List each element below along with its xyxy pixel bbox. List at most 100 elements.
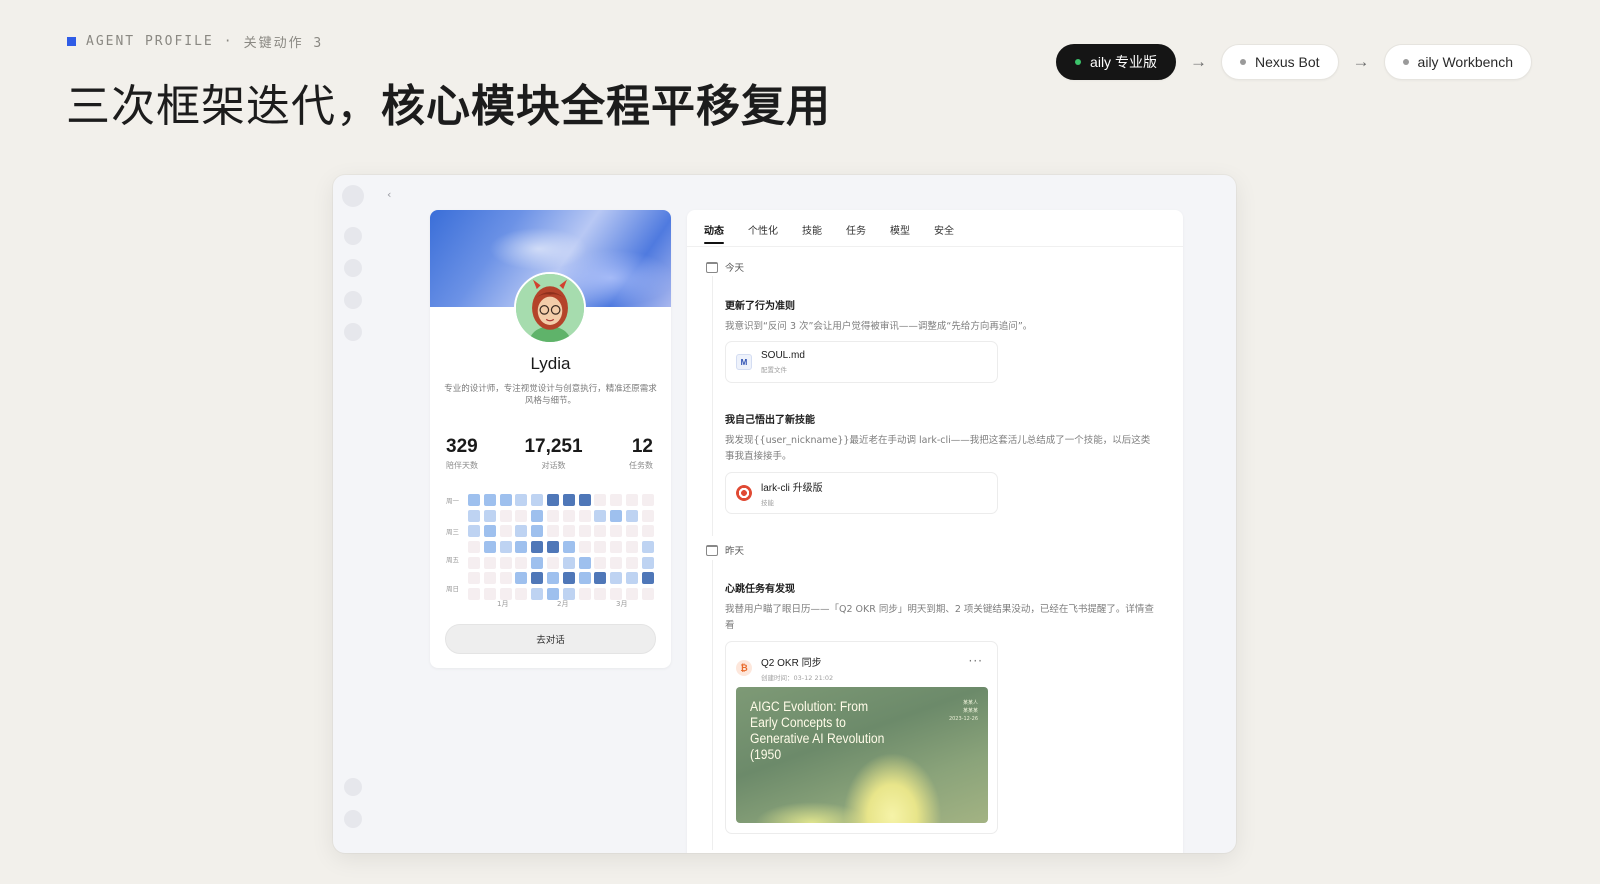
- heatmap-cell: [594, 541, 607, 554]
- arrow-right-icon: →: [1352, 52, 1370, 71]
- heatmap-cell: [625, 509, 638, 522]
- slide-meta: 某某人 某某某 2023-12-26: [949, 699, 978, 723]
- heatmap-cell: [531, 525, 544, 538]
- tab-security[interactable]: 安全: [934, 222, 954, 244]
- stat-label: 对话数: [541, 461, 566, 470]
- start-chat-button[interactable]: 去对话: [445, 624, 656, 654]
- heatmap-month-label: 1月: [497, 600, 509, 608]
- title-bold: 核心模块全程平移复用: [381, 81, 831, 132]
- tab-tasks[interactable]: 任务: [846, 222, 866, 244]
- heatmap-cell: [468, 572, 480, 585]
- entry-title: 我自己悟出了新技能: [725, 415, 815, 426]
- pipeline-step-label: aily 专业版: [1090, 54, 1157, 70]
- avatar-illustration-icon: [516, 274, 584, 342]
- heatmap-cell: [641, 494, 654, 506]
- heatmap-cell: [562, 525, 575, 538]
- entry-text: 我替用户瞄了眼日历——「Q2 OKR 同步」明天到期、2 项关键结果没动，已经在…: [725, 604, 1154, 631]
- heatmap-cell: [468, 588, 480, 601]
- rail-nav-icon[interactable]: [344, 291, 362, 309]
- timeline-line: [712, 560, 713, 850]
- heatmap-cell: [546, 525, 559, 538]
- avatar: [514, 272, 586, 344]
- rail-settings-icon[interactable]: [344, 810, 362, 828]
- heatmap-cell: [625, 588, 638, 601]
- heatmap-cell: [641, 509, 654, 522]
- heatmap-month-label: 2月: [557, 600, 569, 608]
- heatmap-cell: [610, 509, 623, 522]
- app-window: ‹ Lydia 专业的设计师，专注视觉设计与创意执行，精准还原需求风格与细节。 …: [333, 175, 1236, 853]
- task-created-time: 创建时间：03-12 21:02: [761, 674, 834, 682]
- pipeline-step-aily-workbench[interactable]: aily Workbench: [1383, 44, 1532, 80]
- heatmap-cell: [515, 556, 528, 569]
- file-subtitle: 配置文件: [761, 366, 787, 374]
- stat-label: 任务数: [629, 461, 653, 470]
- more-options-icon[interactable]: ···: [969, 654, 983, 668]
- heatmap-cell: [546, 572, 559, 585]
- task-name: Q2 OKR 同步: [761, 658, 822, 669]
- profile-card: Lydia 专业的设计师，专注视觉设计与创意执行，精准还原需求风格与细节。 32…: [430, 210, 671, 668]
- heatmap-day-label: 周三: [446, 528, 459, 536]
- heatmap-cell: [483, 541, 496, 554]
- task-card-okr[interactable]: ₿ Q2 OKR 同步 创建时间：03-12 21:02 ··· AIGC Ev…: [725, 641, 998, 834]
- heatmap-cell: [610, 525, 623, 538]
- accent-square-icon: [67, 37, 76, 46]
- eyebrow-separator: ·: [223, 34, 234, 49]
- tab-divider: [687, 246, 1183, 247]
- heatmap-cell: [625, 572, 638, 585]
- heatmap-cell: [578, 572, 591, 585]
- version-pipeline: aily 专业版 → Nexus Bot → aily Workbench: [1056, 44, 1532, 80]
- status-dot-icon: [1402, 59, 1409, 65]
- heatmap-cell: [515, 541, 528, 554]
- calendar-icon: [706, 261, 718, 273]
- rail-avatar-icon[interactable]: [342, 185, 364, 207]
- tab-activity[interactable]: 动态: [704, 222, 724, 244]
- heatmap-cell: [578, 588, 591, 601]
- heatmap-cell: [483, 588, 496, 601]
- heatmap-cell: [578, 556, 591, 569]
- heatmap-cell: [531, 556, 544, 569]
- heatmap-cell: [515, 509, 528, 522]
- slide-preview[interactable]: AIGC Evolution: From Early Concepts to G…: [736, 687, 988, 823]
- heatmap-cell: [578, 525, 591, 538]
- heatmap-cell: [546, 509, 559, 522]
- entry-text: 我发现{{user_nickname}}最近老在手动调 lark-cli——我把…: [725, 435, 1151, 462]
- file-card-soul[interactable]: M SOUL.md 配置文件: [725, 341, 998, 383]
- rail-nav-icon[interactable]: [344, 323, 362, 341]
- tab-model[interactable]: 模型: [890, 222, 910, 244]
- heatmap-cell: [641, 541, 654, 554]
- rail-nav-icon[interactable]: [344, 227, 362, 245]
- title-light: 三次框架迭代，: [66, 81, 381, 132]
- feed-entry: 我自己悟出了新技能 我发现{{user_nickname}}最近老在手动调 la…: [725, 411, 1159, 465]
- tab-personalization[interactable]: 个性化: [748, 222, 778, 244]
- heatmap-cell: [468, 494, 480, 506]
- heatmap-cell: [531, 588, 544, 601]
- page-title: 三次框架迭代，核心模块全程平移复用: [66, 70, 831, 134]
- calendar-icon: [706, 544, 718, 556]
- pipeline-step-nexus-bot[interactable]: Nexus Bot: [1220, 44, 1339, 80]
- heatmap-cell: [499, 541, 512, 554]
- entry-title: 心跳任务有发现: [725, 584, 795, 595]
- heatmap-cell: [625, 556, 638, 569]
- entry-text: 我意识到“反问 3 次”会让用户觉得被审讯——调整成“先给方向再追问”。: [725, 321, 1033, 332]
- file-card-lark-cli[interactable]: lark-cli 升级版 技能: [725, 472, 998, 514]
- stat-value: 17,251: [524, 436, 583, 457]
- file-name: SOUL.md: [761, 350, 805, 361]
- stat-value: 12: [631, 436, 653, 457]
- rail-help-icon[interactable]: [344, 778, 362, 796]
- rail-nav-icon[interactable]: [344, 259, 362, 277]
- heatmap-cell: [468, 556, 480, 569]
- heatmap-cell: [594, 494, 607, 506]
- chevron-left-icon[interactable]: ‹: [387, 188, 391, 201]
- heatmap-cell: [578, 541, 591, 554]
- heatmap-day-label: 周一: [446, 497, 459, 505]
- heatmap-cell: [468, 525, 480, 538]
- heatmap-grid: [468, 494, 654, 601]
- pipeline-step-aily-pro[interactable]: aily 专业版: [1056, 44, 1176, 80]
- heatmap-cell: [515, 572, 528, 585]
- tab-skills[interactable]: 技能: [802, 222, 822, 244]
- heatmap-cell: [625, 541, 638, 554]
- heatmap-cell: [499, 509, 512, 522]
- target-icon: [736, 485, 752, 501]
- heatmap-cell: [578, 494, 591, 506]
- heatmap-cell: [499, 572, 512, 585]
